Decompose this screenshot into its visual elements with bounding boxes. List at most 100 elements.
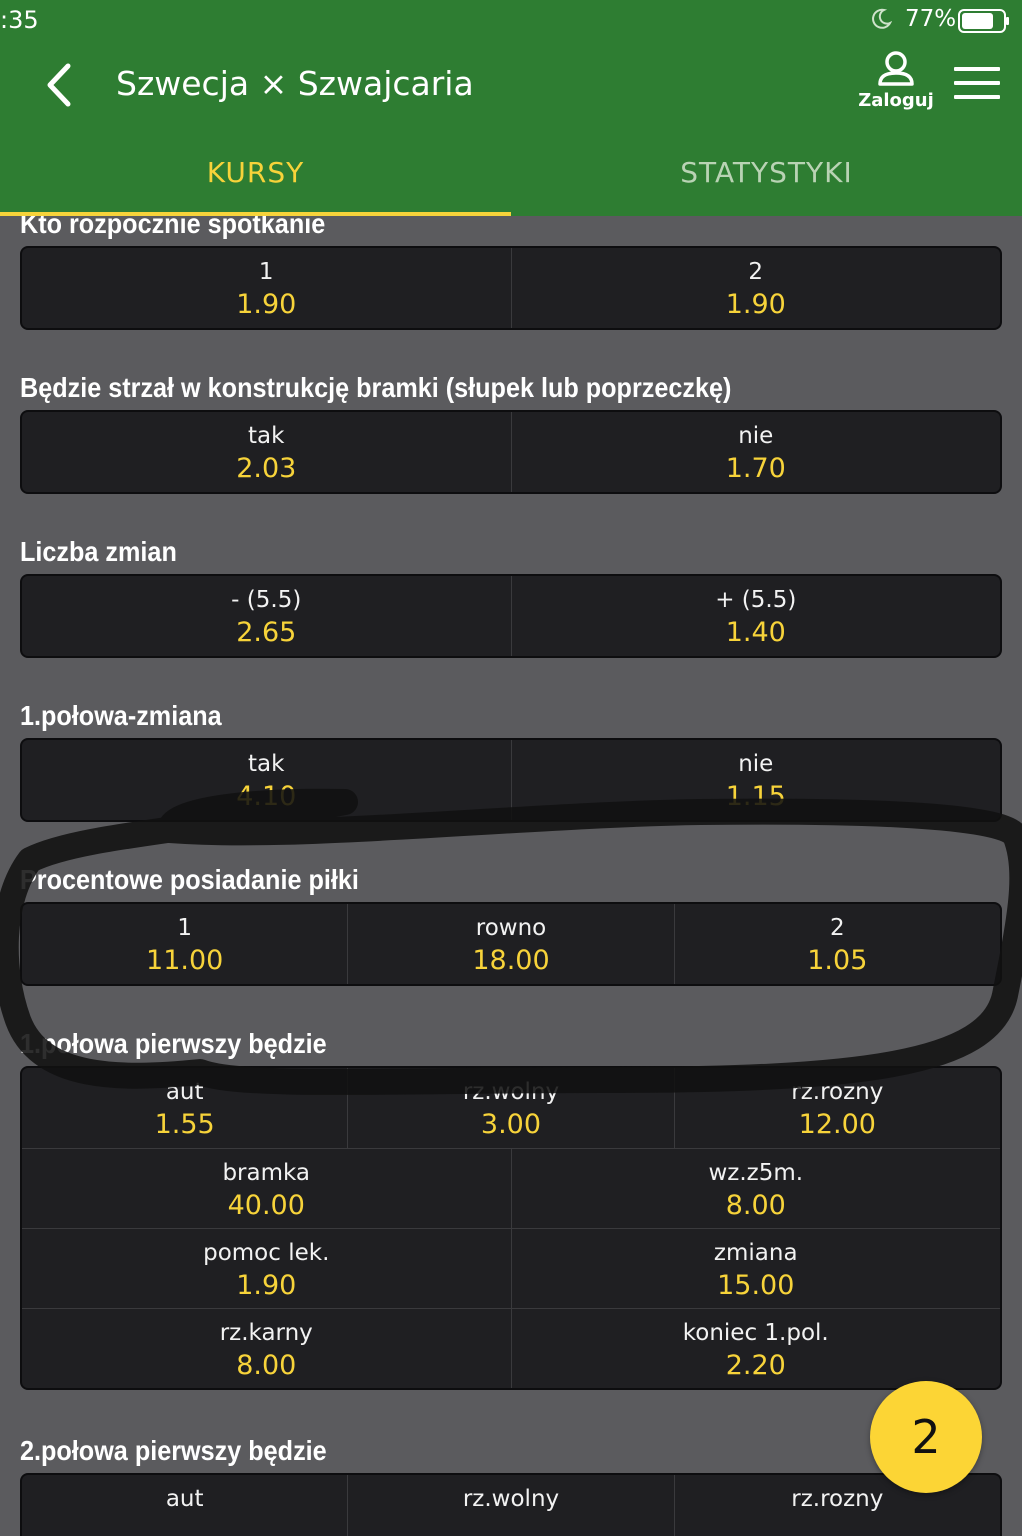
selection-odd: 2.20 [725,1350,786,1381]
selection-odd: 40.00 [227,1190,305,1221]
app-header: Szwecja × Szwajcaria Zaloguj [0,42,1022,132]
odds-row: pomoc lek. 1.90 zmiana 15.00 [22,1228,1000,1308]
battery-percent: 77% [905,6,957,32]
odds-cell[interactable]: rz.wolny [347,1475,673,1536]
selection-odd: 1.55 [154,1109,215,1140]
markets-list[interactable]: Kto rozpocznie spotkanie 1 1.90 2 1.90 Będzie… [0,216,1022,1536]
selection-name: rz.wolny [462,1079,560,1105]
selection-odd: 1.05 [807,945,868,976]
odds-cell[interactable]: tak 4.10 [22,740,511,820]
login-button[interactable]: Zaloguj [852,48,940,124]
odds-row: 1 1.90 2 1.90 [22,248,1000,328]
back-button[interactable] [40,60,80,110]
odds-box: - (5.5) 2.65 + (5.5) 1.40 [20,574,1002,658]
selection-odd [675,1515,1000,1536]
selection-name: - (5.5) [231,587,302,613]
odds-row: bramka 40.00 wz.z5m. 8.00 [22,1148,1000,1228]
selection-odd [348,1515,673,1536]
market-section: 2.połowa pierwszy będzie aut rz.wolny rz.ro… [20,1433,1002,1536]
odds-cell[interactable]: tak 2.03 [22,412,511,492]
selection-odd: 1.90 [236,1270,297,1301]
selection-odd: 15.00 [717,1270,795,1301]
selection-name: tak [248,751,285,777]
odds-box: aut 1.55 rz.wolny 3.00 rz.rozny 12.00 bramka 40… [20,1066,1002,1390]
selection-name: + (5.5) [715,587,797,613]
odds-cell[interactable]: koniec 1.pol. 2.20 [510,1309,1001,1388]
selection-name: zmiana [713,1240,798,1266]
selection-name: rowno [475,915,547,941]
selection-name: bramka [222,1160,311,1186]
market-section: 1.połowa-zmiana tak 4.10 nie 1.15 [20,698,1002,822]
odds-cell[interactable]: nie 1.70 [510,412,1001,492]
battery-icon [958,9,1009,33]
odds-cell[interactable]: rowno 18.00 [347,904,673,984]
market-section: Kto rozpocznie spotkanie 1 1.90 2 1.90 [20,216,1002,330]
selection-odd: 18.00 [472,945,550,976]
market-title: 1.połowa pierwszy będzie [20,1028,327,1059]
selection-name: rz.karny [219,1320,313,1346]
selection-odd: 1.70 [725,453,786,484]
selection-name: 1 [177,915,192,941]
odds-row: tak 4.10 nie 1.15 [22,740,1000,820]
market-title: 1.połowa-zmiana [20,700,222,731]
odds-row: aut rz.wolny rz.rozny [22,1475,1000,1536]
odds-box: tak 4.10 nie 1.15 [20,738,1002,822]
market-title: Będzie strzał w konstrukcję bramki (słup… [20,372,732,403]
selection-odd: 11.00 [146,945,224,976]
market-section: Procentowe posiadanie piłki 1 11.00 rowno 18… [20,862,1002,986]
selection-name: nie [738,751,774,777]
selection-name: 1 [258,259,274,285]
moon-icon [872,8,892,29]
odds-cell[interactable]: aut 1.55 [22,1068,347,1148]
market-title: 2.połowa pierwszy będzie [20,1435,327,1466]
selection-odd: 12.00 [798,1109,876,1140]
selection-name: rz.wolny [462,1486,560,1512]
selection-odd: 1.15 [725,781,786,812]
odds-cell[interactable]: pomoc lek. 1.90 [22,1229,511,1308]
market-section: Liczba zmian - (5.5) 2.65 + (5.5) 1.40 [20,534,1002,658]
hamburger-menu-button[interactable] [954,67,1000,103]
odds-box: 1 11.00 rowno 18.00 2 1.05 [20,902,1002,986]
tab-kursy[interactable]: KURSY [0,132,511,216]
selection-name: aut [165,1486,204,1512]
selection-name: tak [248,423,285,449]
odds-cell[interactable]: aut [22,1475,347,1536]
odds-cell[interactable]: - (5.5) 2.65 [22,576,511,656]
selection-name: rz.rozny [791,1486,884,1512]
odds-cell[interactable]: zmiana 15.00 [510,1229,1001,1308]
odds-box: 1 1.90 2 1.90 [20,246,1002,330]
status-time: :35 [0,6,39,34]
odds-row: tak 2.03 nie 1.70 [22,412,1000,492]
odds-cell[interactable]: + (5.5) 1.40 [510,576,1001,656]
odds-cell[interactable]: 2 1.05 [673,904,1000,984]
odds-row: - (5.5) 2.65 + (5.5) 1.40 [22,576,1000,656]
hamburger-icon [954,67,1000,71]
selection-odd: 1.90 [236,289,297,320]
odds-cell[interactable]: wz.z5m. 8.00 [510,1149,1001,1228]
odds-cell[interactable]: rz.wolny 3.00 [347,1068,673,1148]
odds-row: 1 11.00 rowno 18.00 2 1.05 [22,904,1000,984]
odds-cell[interactable]: nie 1.15 [510,740,1001,820]
selection-name: pomoc lek. [203,1240,330,1266]
login-label: Zaloguj [858,90,934,111]
market-section: Będzie strzał w konstrukcję bramki (słup… [20,370,1002,494]
odds-cell[interactable]: rz.karny 8.00 [22,1309,511,1388]
tab-bar: KURSY STATYSTYKI [0,132,1022,216]
selection-name: koniec 1.pol. [682,1320,829,1346]
bet-slip-counter[interactable]: 2 [870,1381,982,1493]
odds-cell[interactable]: rz.rozny 12.00 [673,1068,1000,1148]
selection-name: 2 [748,259,764,285]
odds-cell[interactable]: bramka 40.00 [22,1149,511,1228]
status-bar: :35 77% [0,0,1022,42]
selection-name: wz.z5m. [708,1160,804,1186]
selection-odd: 2.65 [236,617,297,648]
odds-row: rz.karny 8.00 koniec 1.pol. 2.20 [22,1308,1000,1388]
odds-cell[interactable]: 1 11.00 [22,904,347,984]
tab-statystyki[interactable]: STATYSTYKI [511,132,1022,216]
selection-name: nie [738,423,774,449]
odds-cell[interactable]: 1 1.90 [22,248,511,328]
user-icon [878,51,914,86]
odds-cell[interactable]: 2 1.90 [510,248,1001,328]
market-title: Liczba zmian [20,536,177,567]
selection-odd: 4.10 [236,781,297,812]
